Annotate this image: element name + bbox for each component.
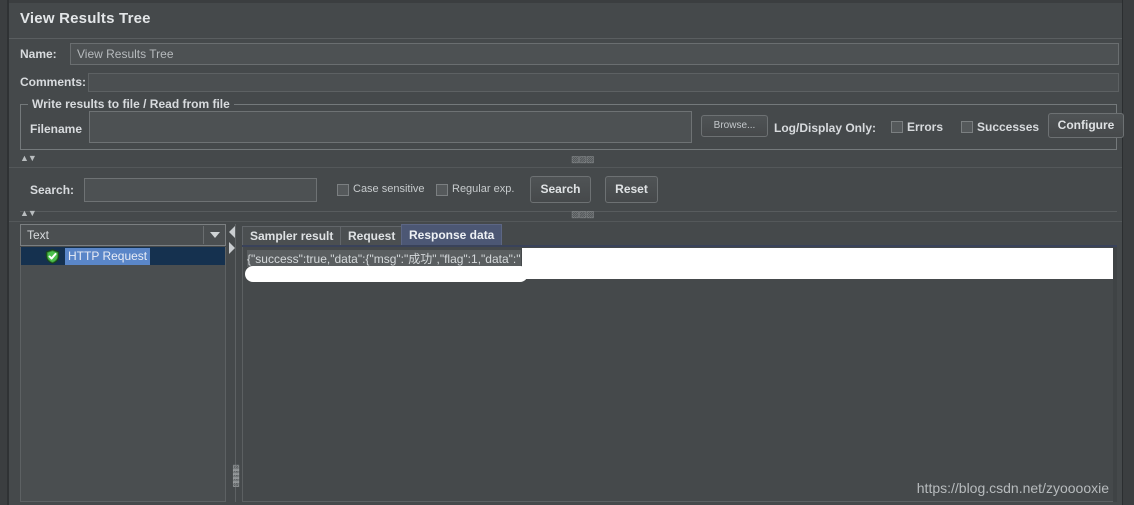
triangle-down-icon: ▼ [27,153,37,163]
comments-row: Comments: [20,73,1119,93]
chevron-down-icon [210,232,220,238]
filename-input[interactable] [89,111,692,143]
regular-exp-checkbox[interactable] [436,184,448,196]
renderer-select[interactable]: Text [20,224,226,246]
response-scrollbar[interactable] [1113,247,1117,502]
renderer-select-value: Text [27,228,50,242]
log-display-only-label: Log/Display Only: [774,121,877,135]
green-shield-check-icon [45,249,60,264]
tree-column: Text HTTP Request [20,224,226,502]
response-data-view[interactable]: {"success":true,"data":{"msg":"成功","flag… [242,247,1117,502]
section-divider-2 [9,221,1122,222]
write-results-fieldset: Write results to file / Read from file F… [20,97,1124,150]
reset-button[interactable]: Reset [605,176,658,203]
window-edge-left [0,0,7,505]
name-input[interactable]: View Results Tree [70,43,1119,65]
window-edge-right-inner [1122,0,1123,505]
triangle-up-icon: ▲ [20,153,29,163]
results-area: Text HTTP Request ▨ ▨ ▨ ▨ ▨ Sampler resu… [20,224,1117,505]
results-tabs: Sampler result Request Response data [242,224,1117,246]
redaction-block-top [522,248,1114,279]
search-bar: Search: Case sensitive Regular exp. Sear… [20,171,1117,212]
triangle-up-icon-2: ▲ [20,208,29,218]
collapse-toggle-search-section[interactable]: ▲▼ [20,208,37,220]
response-text: {"success":true,"data":{"msg":"成功","flag… [247,250,521,267]
results-tree[interactable]: HTTP Request [20,247,226,502]
comments-input[interactable] [88,73,1119,92]
tab-sampler-result[interactable]: Sampler result [242,226,342,246]
search-label: Search: [30,183,75,197]
search-button[interactable]: Search [530,176,591,203]
comments-label: Comments: [20,75,87,89]
title-divider [9,38,1122,39]
splitter-grip-search[interactable]: ▨▨▨ [571,209,594,220]
splitter-grip-vertical[interactable]: ▨ ▨ ▨ ▨ ▨ [232,464,240,492]
successes-label: Successes [977,120,1040,134]
page-title: View Results Tree [20,10,151,27]
regular-exp-label: Regular exp. [452,183,515,195]
errors-checkbox[interactable] [891,121,903,133]
name-label: Name: [20,47,57,61]
splitter-collapse-right-icon[interactable] [229,242,235,254]
case-sensitive-label: Case sensitive [353,183,425,195]
search-input[interactable] [84,178,317,202]
successes-checkbox[interactable] [961,121,973,133]
tree-node-label: HTTP Request [65,248,151,265]
tab-request[interactable]: Request [340,226,404,246]
splitter-grip-file[interactable]: ▨▨▨ [571,154,594,165]
tree-node-http-request[interactable]: HTTP Request [21,247,225,265]
view-results-tree-panel: View Results Tree Name: View Results Tre… [9,3,1124,505]
renderer-select-separator [203,226,204,244]
splitter-line [235,224,236,502]
response-panel: Sampler result Request Response data {"s… [242,224,1117,502]
filename-label: Filename [30,122,83,136]
redaction-block-bottom [245,266,528,282]
panel-splitter[interactable]: ▨ ▨ ▨ ▨ ▨ [226,224,242,502]
section-divider-1 [9,167,1122,168]
name-row: Name: View Results Tree [20,43,1119,66]
errors-label: Errors [907,120,944,134]
configure-button[interactable]: Configure [1048,113,1124,138]
case-sensitive-checkbox[interactable] [337,184,349,196]
window-edge-right [1123,0,1134,505]
tab-response-data[interactable]: Response data [401,224,503,246]
collapse-toggle-file-section[interactable]: ▲▼ [20,153,37,165]
jmeter-window: View Results Tree Name: View Results Tre… [0,0,1134,505]
triangle-down-icon-2: ▼ [27,208,37,218]
browse-button[interactable]: Browse... [701,115,768,137]
write-results-legend: Write results to file / Read from file [28,97,234,111]
splitter-collapse-left-icon[interactable] [229,226,235,238]
watermark-text: https://blog.csdn.net/zyooooxie [916,480,1109,496]
